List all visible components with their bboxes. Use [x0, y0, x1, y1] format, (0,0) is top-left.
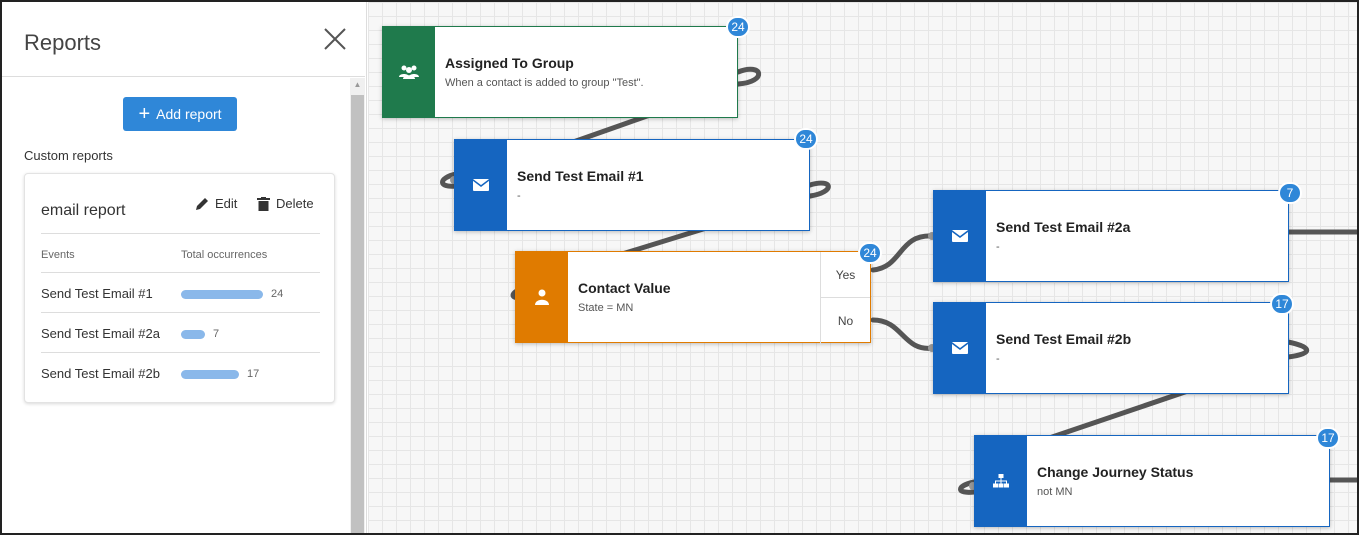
- reports-sidebar: Reports ▲ + Add report Custom reports em…: [2, 2, 367, 533]
- plus-icon: +: [138, 103, 151, 125]
- report-row-label: Send Test Email #1: [41, 286, 153, 301]
- occurrence-value: 17: [247, 368, 260, 380]
- envelope-icon: [455, 140, 507, 230]
- col-events-header: Events: [41, 249, 75, 261]
- occurrence-bar: [181, 290, 263, 299]
- report-name: email report: [41, 202, 126, 219]
- edit-label: Edit: [215, 196, 238, 211]
- node-change-journey-status[interactable]: Change Journey Status not MN: [974, 435, 1330, 527]
- add-report-label: Add report: [156, 106, 222, 122]
- node-subtitle: When a contact is added to group "Test".: [445, 77, 644, 89]
- scroll-thumb[interactable]: [351, 95, 364, 533]
- app-frame: Reports ▲ + Add report Custom reports em…: [0, 0, 1359, 535]
- count-badge: 17: [1316, 427, 1340, 449]
- occurrence-bar: [181, 330, 205, 339]
- node-subtitle: -: [996, 353, 1000, 365]
- node-subtitle: not MN: [1037, 486, 1073, 498]
- custom-reports-heading: Custom reports: [24, 148, 113, 163]
- envelope-icon: [934, 303, 986, 393]
- count-badge: 7: [1278, 182, 1302, 204]
- node-send-test-email-1[interactable]: Send Test Email #1 -: [454, 139, 810, 231]
- count-badge: 24: [726, 16, 750, 38]
- edit-button[interactable]: Edit: [195, 196, 237, 211]
- report-row-label: Send Test Email #2b: [41, 366, 160, 381]
- node-title: Send Test Email #2b: [996, 331, 1132, 347]
- journey-canvas[interactable]: Assigned To Group When a contact is adde…: [368, 2, 1357, 533]
- node-contact-value[interactable]: Contact Value State = MN Yes No: [515, 251, 871, 344]
- person-icon: [516, 252, 568, 342]
- scroll-up-icon[interactable]: ▲: [350, 78, 365, 92]
- sidebar-scrollbar[interactable]: ▲: [350, 78, 365, 533]
- divider: [41, 312, 320, 313]
- node-send-test-email-2a[interactable]: Send Test Email #2a -: [933, 190, 1289, 282]
- node-subtitle: State = MN: [578, 302, 634, 314]
- count-badge: 24: [794, 128, 818, 150]
- sidebar-title: Reports: [24, 30, 102, 55]
- pencil-icon: [196, 197, 208, 210]
- divider: [41, 233, 320, 234]
- node-subtitle: -: [517, 190, 521, 202]
- col-total-header: Total occurrences: [181, 249, 268, 261]
- add-report-button[interactable]: + Add report: [123, 97, 237, 131]
- report-row-label: Send Test Email #2a: [41, 326, 160, 341]
- node-title: Change Journey Status: [1037, 464, 1194, 480]
- node-title: Assigned To Group: [445, 55, 574, 71]
- node-send-test-email-2b[interactable]: Send Test Email #2b -: [933, 302, 1289, 394]
- count-badge: 17: [1270, 293, 1294, 315]
- delete-button[interactable]: Delete: [257, 196, 314, 211]
- node-subtitle: -: [996, 241, 1000, 253]
- report-card: email report Edit Delete Events Total oc…: [24, 173, 335, 403]
- group-icon: [383, 27, 435, 117]
- divider: [41, 272, 320, 273]
- divider: [41, 352, 320, 353]
- envelope-icon: [934, 191, 986, 281]
- hierarchy-icon: [975, 436, 1027, 526]
- node-assigned-to-group[interactable]: Assigned To Group When a contact is adde…: [382, 26, 738, 118]
- close-icon[interactable]: [320, 24, 350, 54]
- occurrence-bar: [181, 370, 239, 379]
- delete-label: Delete: [276, 196, 314, 211]
- occurrence-value: 24: [271, 288, 284, 300]
- branch-no[interactable]: No: [820, 298, 870, 344]
- trash-icon: [257, 196, 270, 211]
- sidebar-header: Reports: [2, 2, 365, 77]
- node-title: Send Test Email #1: [517, 168, 644, 184]
- node-title: Contact Value: [578, 280, 671, 296]
- occurrence-value: 7: [213, 328, 220, 340]
- count-badge: 24: [858, 242, 882, 264]
- node-title: Send Test Email #2a: [996, 219, 1131, 235]
